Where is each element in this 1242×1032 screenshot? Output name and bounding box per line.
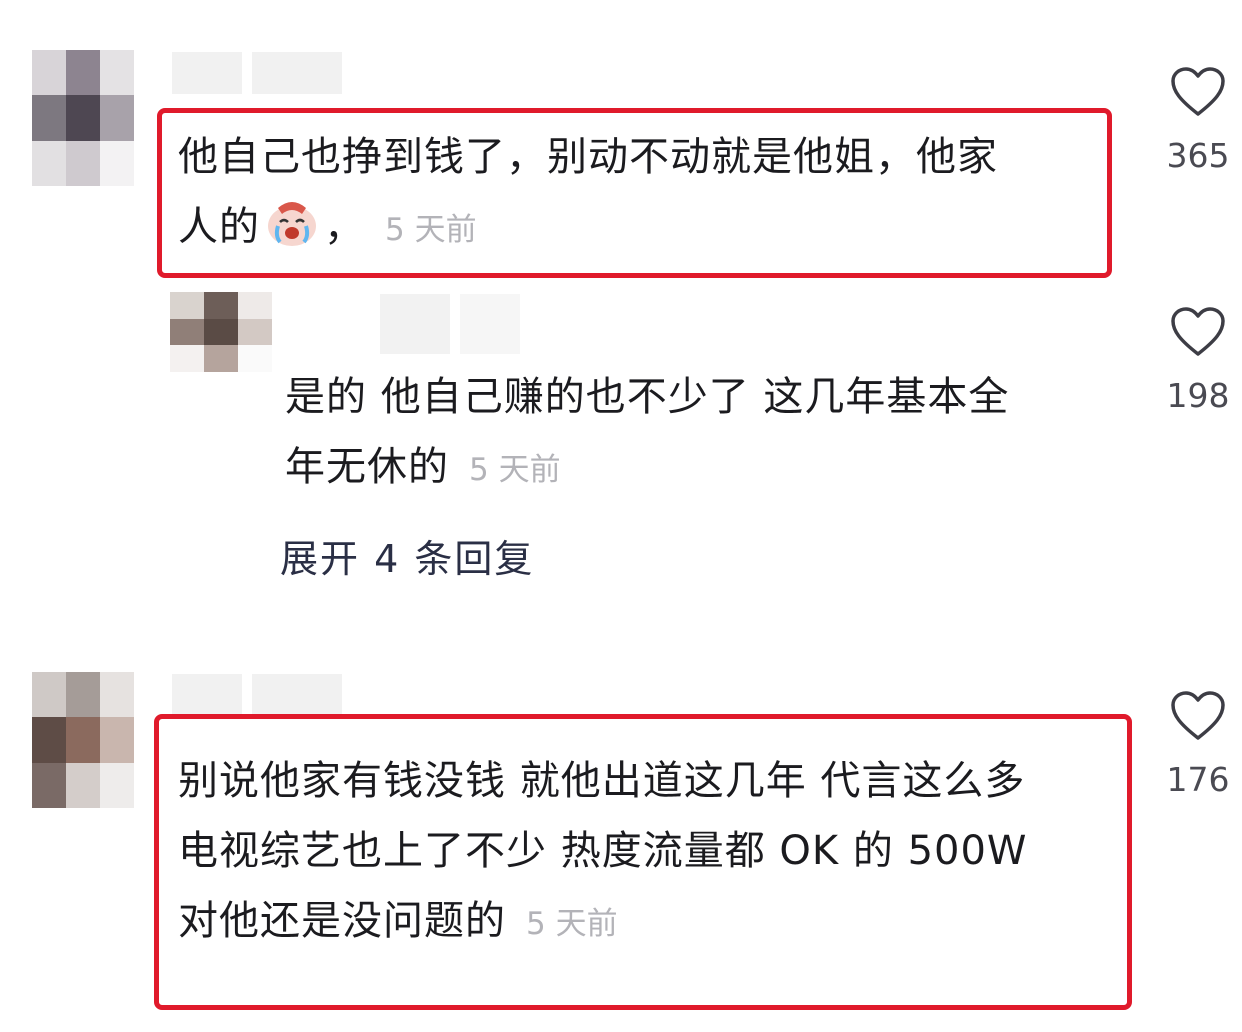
heart-outline-icon xyxy=(1171,691,1225,740)
expand-replies-link[interactable]: 展开 4 条回复 xyxy=(280,528,534,583)
username[interactable] xyxy=(172,674,342,716)
comment-text: 是的 他自己赚的也不少了 这几年基本全 年无休的 5 天前 xyxy=(285,374,1010,490)
cry-laugh-emoji-icon xyxy=(268,202,316,246)
avatar[interactable] xyxy=(170,292,272,372)
like-count: 198 xyxy=(1166,376,1230,415)
username[interactable] xyxy=(172,52,342,94)
like-count: 365 xyxy=(1166,136,1230,175)
heart-outline-icon xyxy=(1171,67,1225,116)
heart-outline-icon xyxy=(1171,307,1225,356)
comment-time: 5 天前 xyxy=(385,212,477,248)
like-button[interactable]: 176 xyxy=(1163,690,1233,799)
like-button[interactable]: 365 xyxy=(1163,66,1233,175)
username[interactable] xyxy=(380,294,520,354)
like-button[interactable]: 198 xyxy=(1163,306,1233,415)
comment-time: 5 天前 xyxy=(469,452,561,488)
comment-text: 他自己也挣到钱了，别动不动就是他姐，他家 人的 ， 5 天前 xyxy=(178,134,998,250)
avatar[interactable] xyxy=(32,672,134,808)
avatar[interactable] xyxy=(32,50,134,186)
comment-time: 5 天前 xyxy=(526,906,618,942)
comment-text: 别说他家有钱没钱 就他出道这几年 代言这么多 电视综艺也上了不少 热度流量都 O… xyxy=(178,758,1028,944)
like-count: 176 xyxy=(1166,760,1230,799)
